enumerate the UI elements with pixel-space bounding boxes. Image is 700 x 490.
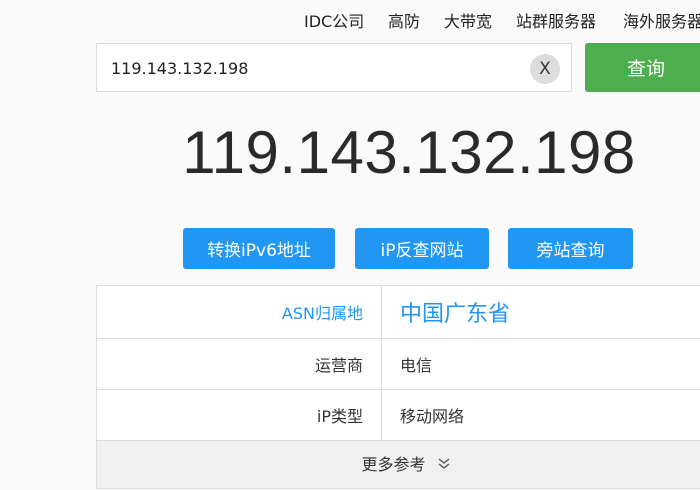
- more-references-label: 更多参考: [361, 455, 425, 474]
- asn-location-label: ASN归属地: [97, 286, 382, 339]
- more-references-toggle[interactable]: 更多参考: [96, 441, 700, 489]
- nav-item-bandwidth[interactable]: 大带宽: [444, 8, 492, 32]
- query-button[interactable]: 查询: [585, 43, 700, 92]
- ip-type-label: iP类型: [97, 390, 382, 441]
- table-row: iP类型 移动网络: [97, 390, 700, 441]
- isp-label: 运营商: [97, 339, 382, 390]
- search-box: X: [96, 43, 572, 92]
- isp-value: 电信: [382, 339, 700, 390]
- top-navigation: IDC公司 高防 大带宽 站群服务器 海外服务器: [0, 0, 700, 38]
- asn-location-value[interactable]: 中国广东省: [382, 286, 700, 339]
- nav-item-idc[interactable]: IDC公司: [304, 8, 364, 32]
- convert-ipv6-button[interactable]: 转换iPv6地址: [183, 228, 335, 269]
- neighbor-site-lookup-button[interactable]: 旁站查询: [508, 228, 633, 269]
- ip-info-table: ASN归属地 中国广东省 运营商 电信 iP类型 移动网络: [96, 285, 700, 441]
- nav-item-overseas-server[interactable]: 海外服务器: [623, 8, 700, 32]
- table-row: ASN归属地 中国广东省: [97, 286, 700, 339]
- result-ip-display: 119.143.132.198: [0, 118, 700, 187]
- nav-item-ddos[interactable]: 高防: [388, 8, 420, 32]
- clear-input-button[interactable]: X: [530, 54, 560, 84]
- table-row: 运营商 电信: [97, 339, 700, 390]
- ip-type-value: 移动网络: [382, 390, 700, 441]
- ip-search-input[interactable]: [109, 44, 523, 93]
- reverse-ip-lookup-button[interactable]: iP反查网站: [355, 228, 489, 269]
- double-chevron-down-icon: [437, 442, 451, 490]
- nav-item-cluster-server[interactable]: 站群服务器: [516, 8, 596, 32]
